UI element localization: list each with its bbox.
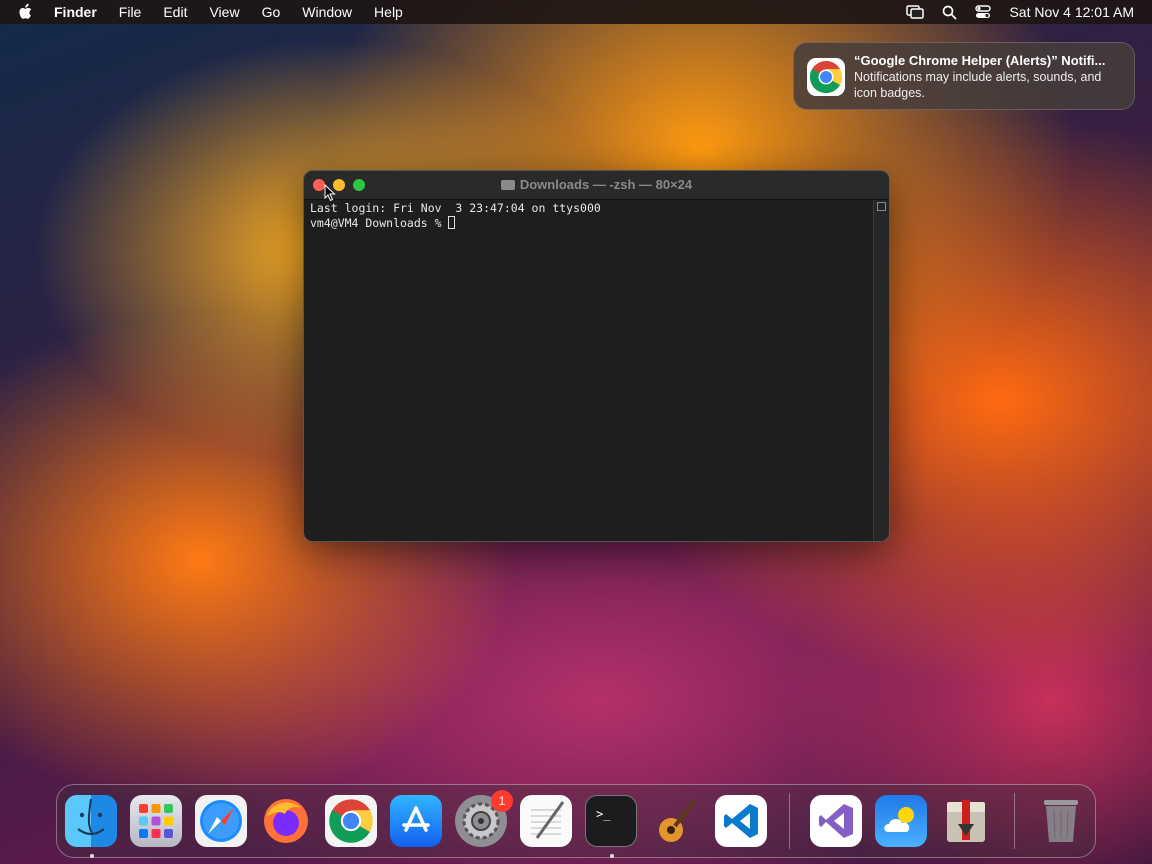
dock-separator (789, 793, 790, 849)
control-center-icon[interactable] (975, 5, 992, 19)
menu-help[interactable]: Help (374, 4, 403, 20)
dock-finder-icon[interactable] (65, 795, 117, 847)
dock-vscode-icon[interactable] (715, 795, 767, 847)
dock: 1 >_ (56, 784, 1096, 858)
terminal-content[interactable]: Last login: Fri Nov 3 23:47:04 on ttys00… (310, 201, 869, 230)
dock-textedit-icon[interactable] (520, 795, 572, 847)
terminal-line: Last login: Fri Nov 3 23:47:04 on ttys00… (310, 201, 601, 215)
spotlight-search-icon[interactable] (942, 5, 957, 20)
notification-title: “Google Chrome Helper (Alerts)” Notifi..… (854, 53, 1106, 68)
menu-clock[interactable]: Sat Nov 4 12:01 AM (1009, 4, 1134, 20)
dock-launchpad-icon[interactable] (130, 795, 182, 847)
dock-weather-icon[interactable] (875, 795, 927, 847)
notification-badge: 1 (491, 790, 513, 812)
dock-chrome-icon[interactable] (325, 795, 377, 847)
terminal-cursor (448, 215, 456, 229)
terminal-window[interactable]: Downloads — -zsh — 80×24 Last login: Fri… (303, 170, 890, 542)
dock-installer-icon[interactable] (940, 795, 992, 847)
menu-edit[interactable]: Edit (163, 4, 187, 20)
dock-safari-icon[interactable] (195, 795, 247, 847)
running-indicator (610, 854, 614, 858)
chrome-icon (807, 58, 845, 96)
dock-separator (1014, 793, 1015, 849)
dock-terminal-icon[interactable]: >_ (585, 795, 637, 847)
menu-view[interactable]: View (209, 4, 239, 20)
dock-trash-icon[interactable] (1035, 795, 1087, 847)
terminal-title: Downloads — -zsh — 80×24 (304, 177, 889, 192)
dock-firefox-icon[interactable] (260, 795, 312, 847)
terminal-title-text: Downloads — -zsh — 80×24 (519, 177, 693, 192)
menu-file[interactable]: File (119, 4, 142, 20)
terminal-prompt-line: vm4@VM4 Downloads % (310, 215, 869, 231)
scroll-marker-icon[interactable] (877, 202, 886, 211)
menu-app-name[interactable]: Finder (54, 4, 97, 20)
dock-garageband-icon[interactable] (650, 795, 702, 847)
menu-bar: Finder File Edit View Go Window Help Sat… (0, 0, 1152, 24)
running-indicator (90, 854, 94, 858)
apple-logo-icon[interactable] (16, 2, 36, 22)
folder-icon (500, 180, 515, 190)
menu-window[interactable]: Window (302, 4, 352, 20)
terminal-prompt: vm4@VM4 Downloads % (310, 215, 449, 230)
notification-body: Notifications may include alerts, sounds… (854, 70, 1102, 100)
terminal-scrollbar[interactable] (873, 200, 889, 541)
svg-text:>_: >_ (596, 807, 611, 821)
menu-go[interactable]: Go (262, 4, 281, 20)
dock-app-store-icon[interactable] (390, 795, 442, 847)
mouse-pointer-icon (324, 183, 336, 207)
terminal-titlebar[interactable]: Downloads — -zsh — 80×24 (304, 171, 889, 200)
notification-banner[interactable]: “Google Chrome Helper (Alerts)” Notifi..… (793, 42, 1135, 110)
dock-visual-studio-icon[interactable] (810, 795, 862, 847)
screen-mirroring-icon[interactable] (906, 5, 925, 19)
